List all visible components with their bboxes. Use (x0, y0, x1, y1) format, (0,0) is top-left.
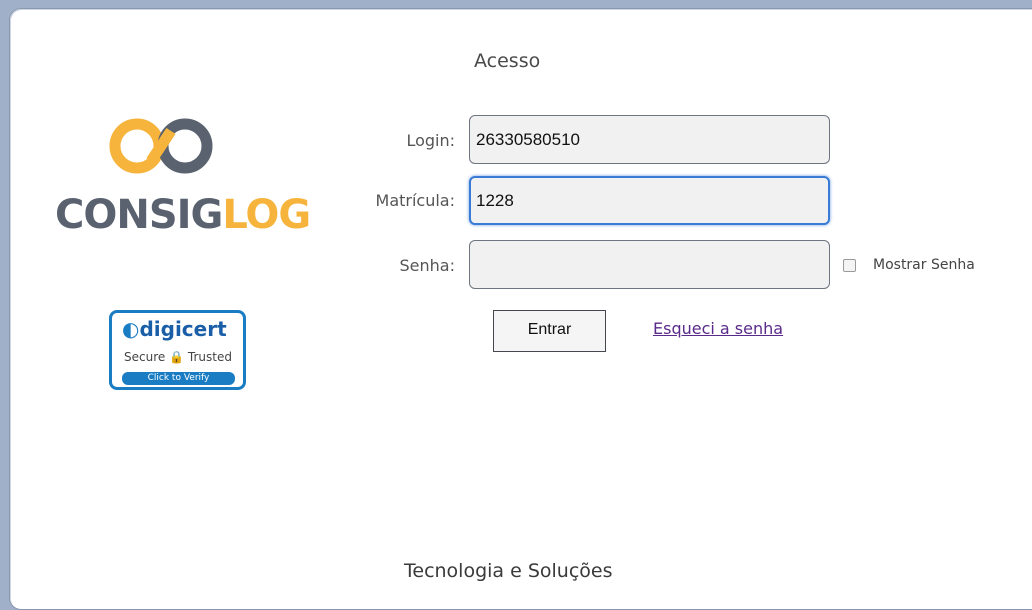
digicert-badge[interactable]: ◐digicert Secure 🔒 Trusted Click to Veri… (109, 310, 246, 390)
forgot-password-link[interactable]: Esqueci a senha (653, 319, 783, 338)
show-password-label[interactable]: Mostrar Senha (873, 257, 975, 273)
digicert-secure-label: Secure (124, 350, 166, 364)
entrar-button[interactable]: Entrar (493, 310, 606, 352)
show-password-checkbox[interactable] (843, 259, 856, 272)
consiglog-logo: CONSIGLOG (55, 116, 311, 238)
footer-text: Tecnologia e Soluções (404, 560, 613, 582)
digicert-d-icon: ◐ (122, 317, 140, 341)
matricula-label: Matrícula: (375, 191, 455, 210)
logo-text-log: LOG (222, 192, 311, 238)
page-heading: Acesso (474, 50, 541, 72)
senha-input[interactable] (469, 240, 830, 289)
digicert-brand: ◐digicert (122, 317, 227, 341)
senha-label: Senha: (399, 256, 455, 275)
digicert-trusted-label: Trusted (187, 350, 232, 364)
login-label: Login: (406, 131, 455, 150)
digicert-brand-text: digicert (139, 317, 227, 341)
login-input[interactable]: 26330580510 (469, 115, 830, 164)
lock-icon: 🔒 (169, 350, 185, 364)
login-panel (9, 8, 1032, 610)
logo-wordmark: CONSIGLOG (55, 192, 311, 238)
infinity-logo-icon (109, 118, 213, 174)
click-to-verify: Click to Verify (122, 372, 235, 385)
logo-text-consig: CONSIG (55, 192, 223, 238)
digicert-secure-text: Secure 🔒 Trusted (124, 350, 232, 364)
matricula-input[interactable]: 1228 (469, 176, 830, 225)
